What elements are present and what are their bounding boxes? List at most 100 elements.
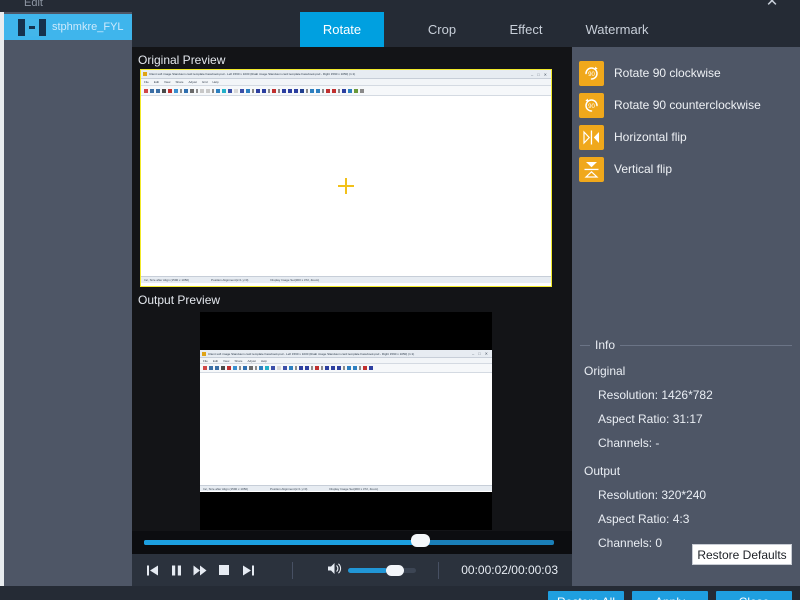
rotate-90-clockwise-button[interactable]: 90 Rotate 90 clockwise xyxy=(572,57,800,89)
nested-title-text: Client soft image Slanduum card template… xyxy=(149,72,356,76)
window-title: Edit xyxy=(24,0,43,9)
nested-minimize-icon: – xyxy=(530,71,534,77)
edit-window: Edit ✕ stphmkre_FYL Rotate Crop Effect W… xyxy=(0,0,800,600)
nested-menu-help: Help xyxy=(212,80,219,84)
transport-controls: 00:00:02/00:00:03 xyxy=(132,554,572,586)
skip-next-icon[interactable] xyxy=(236,558,260,582)
nested-minimize-icon-out: – xyxy=(471,351,475,356)
tab-watermark[interactable]: Watermark xyxy=(562,12,672,47)
tab-rotate[interactable]: Rotate xyxy=(300,12,384,47)
crosshair-icon xyxy=(338,178,354,194)
rotate-90-clockwise-label: Rotate 90 clockwise xyxy=(614,66,721,80)
nested-app-icon-out xyxy=(202,351,206,356)
vertical-flip-button[interactable]: Vertical flip xyxy=(572,153,800,185)
nested-status-right-out: Display Image Set(300 x 372, Zoom) xyxy=(329,486,379,491)
nested-titlebar-out: Client soft image Slanduum card template… xyxy=(200,350,492,358)
nested-screenshot-original: Client soft image Slanduum card template… xyxy=(141,70,551,286)
original-preview-stage[interactable]: Client soft image Slanduum card template… xyxy=(140,69,552,287)
volume-control[interactable] xyxy=(327,562,416,578)
nested-menu-share-out: Share xyxy=(234,358,243,363)
nested-menu-view-out: View xyxy=(223,358,230,363)
volume-fill xyxy=(348,567,388,573)
nested-menu-file-out: File xyxy=(203,358,208,363)
tab-crop[interactable]: Crop xyxy=(400,12,484,47)
restore-defaults-button[interactable]: Restore Defaults xyxy=(692,544,792,565)
nested-statusbar: Inc, Size after Align (1590 x 1050) Posi… xyxy=(141,276,551,283)
skip-previous-icon[interactable] xyxy=(140,558,164,582)
tab-bar: Rotate Crop Effect Watermark xyxy=(132,12,800,47)
horizontal-flip-icon xyxy=(579,124,604,150)
options-panel: 90 Rotate 90 clockwise 90 Rotate 90 coun… xyxy=(572,47,800,586)
horizontal-flip-button[interactable]: Horizontal flip xyxy=(572,121,800,153)
vertical-flip-icon xyxy=(579,156,604,182)
nested-status-mid: Position Alignment(x=1 y=0) xyxy=(211,278,249,282)
info-legend: Info xyxy=(590,338,621,352)
rotate-options-list: 90 Rotate 90 clockwise 90 Rotate 90 coun… xyxy=(572,57,800,185)
divider-2 xyxy=(438,561,439,579)
nested-status-left: Inc, Size after Align (1590 x 1050) xyxy=(144,278,190,282)
info-output-heading: Output xyxy=(584,464,621,478)
nested-close-icon-out: ✕ xyxy=(484,351,488,356)
nested-menu-adjust: Adjust xyxy=(188,80,197,84)
rotate-clockwise-icon: 90 xyxy=(579,60,604,86)
svg-text:90: 90 xyxy=(588,72,595,78)
nested-titlebar: Client soft image Slanduum card template… xyxy=(141,70,551,79)
divider xyxy=(292,561,293,579)
info-original-aspect: Aspect Ratio: 31:17 xyxy=(598,412,703,426)
file-sidebar: stphmkre_FYL xyxy=(0,12,132,600)
seek-bar-container xyxy=(132,531,572,554)
stop-icon[interactable] xyxy=(212,558,236,582)
nested-toolbar-out xyxy=(200,364,492,373)
nested-close-icon: ✕ xyxy=(543,71,547,77)
seek-progress-fill xyxy=(144,540,415,545)
nested-menu-file: File xyxy=(144,80,149,84)
nested-toolbar xyxy=(141,86,551,96)
seek-slider[interactable] xyxy=(144,540,554,545)
seek-handle[interactable] xyxy=(411,534,431,547)
volume-icon[interactable] xyxy=(327,562,342,578)
info-output-channels: Channels: 0 xyxy=(598,536,663,550)
nested-window-controls-out: – □ ✕ xyxy=(472,351,490,356)
rotate-90-counterclockwise-button[interactable]: 90 Rotate 90 counterclockwise xyxy=(572,89,800,121)
restore-all-button[interactable]: Restore All xyxy=(548,591,624,600)
bottom-action-bar: Restore All Apply Close xyxy=(0,586,800,600)
info-output-resolution: Resolution: 320*240 xyxy=(598,488,707,502)
output-preview-title: Output Preview xyxy=(138,293,221,307)
rotate-90-counterclockwise-label: Rotate 90 counterclockwise xyxy=(614,98,761,112)
nested-maximize-icon: □ xyxy=(537,71,540,77)
nested-menu-edit-out: Edit xyxy=(212,358,219,363)
nested-menu-help-out: Help xyxy=(260,358,267,363)
apply-button[interactable]: Apply xyxy=(632,591,708,600)
nested-screenshot-output: Client soft image Slanduum card template… xyxy=(200,350,492,492)
nested-menubar: File Edit View Share Adjust Grid Help xyxy=(141,79,551,86)
fast-forward-icon[interactable] xyxy=(188,558,212,582)
output-preview-stage[interactable]: Client soft image Slanduum card template… xyxy=(200,312,492,530)
nested-status-mid-out: Position Alignment(x=1 y=0) xyxy=(270,486,308,491)
volume-slider[interactable] xyxy=(348,564,416,576)
svg-text:90: 90 xyxy=(588,104,595,110)
horizontal-flip-label: Horizontal flip xyxy=(614,130,687,144)
preview-area: Original Preview Client soft image Sland… xyxy=(132,47,572,535)
info-original-channels: Channels: - xyxy=(598,436,660,450)
info-original-heading: Original xyxy=(584,364,626,378)
file-name-label: stphmkre_FYL xyxy=(52,21,124,33)
pause-icon[interactable] xyxy=(164,558,188,582)
close-button[interactable]: Close xyxy=(716,591,792,600)
list-item[interactable]: stphmkre_FYL xyxy=(4,14,132,40)
nested-canvas-out xyxy=(200,373,492,485)
close-icon[interactable]: ✕ xyxy=(764,0,780,10)
nested-title-text-out: Client soft image Slanduum card template… xyxy=(208,351,415,356)
nested-status-left-out: Inc, Size after Align (1590 x 1050) xyxy=(203,486,249,491)
info-original-resolution: Resolution: 1426*782 xyxy=(598,388,713,402)
rotate-counterclockwise-icon: 90 xyxy=(579,92,604,118)
nested-menu-edit: Edit xyxy=(153,80,160,84)
video-thumbnail-icon xyxy=(18,18,46,36)
info-panel: Info Original Resolution: 1426*782 Aspec… xyxy=(580,338,792,577)
volume-handle[interactable] xyxy=(386,564,405,576)
vertical-flip-label: Vertical flip xyxy=(614,162,673,176)
nested-menu-grid: Grid xyxy=(201,80,208,84)
nested-menu-view: View xyxy=(164,80,171,84)
nested-maximize-icon-out: □ xyxy=(478,351,481,356)
nested-menu-share: Share xyxy=(175,80,184,84)
tab-effect[interactable]: Effect xyxy=(484,12,568,47)
